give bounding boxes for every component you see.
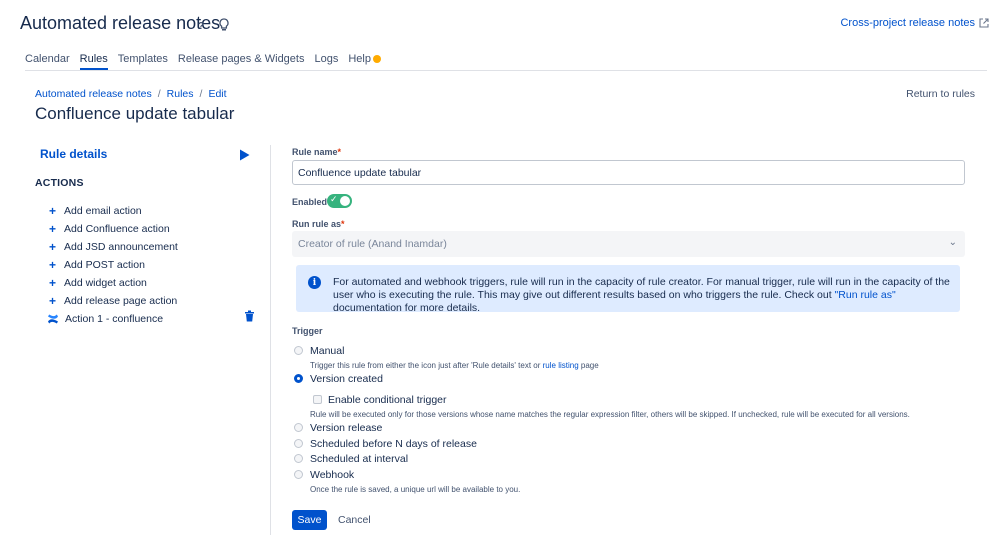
enabled-toggle[interactable]: ✓ xyxy=(327,194,352,208)
tab-help-label: Help xyxy=(348,53,371,65)
tab-release-pages[interactable]: Release pages & Widgets xyxy=(178,53,305,70)
plus-icon: + xyxy=(48,258,56,272)
page-title: Confluence update tabular xyxy=(35,104,235,123)
trigger-version-created-label: Version created xyxy=(310,373,383,385)
action-label: Add email action xyxy=(64,205,142,217)
breadcrumb-app[interactable]: Automated release notes xyxy=(35,88,152,100)
trigger-scheduled-interval-radio[interactable] xyxy=(294,454,303,463)
conditional-trigger-checkbox[interactable] xyxy=(313,395,322,404)
add-email-action[interactable]: + Add email action xyxy=(47,202,178,220)
plus-icon: + xyxy=(48,294,56,308)
trigger-scheduled-before-radio[interactable] xyxy=(294,439,303,448)
tab-rules[interactable]: Rules xyxy=(79,53,108,70)
tab-templates[interactable]: Templates xyxy=(118,53,168,70)
action-label: Add POST action xyxy=(64,259,145,271)
run-rule-icon[interactable] xyxy=(237,148,251,162)
breadcrumb-edit[interactable]: Edit xyxy=(208,88,226,100)
rule-details-link[interactable]: Rule details xyxy=(40,147,107,161)
sidebar-divider xyxy=(270,145,271,535)
breadcrumb: Automated release notes / Rules / Edit xyxy=(35,88,227,100)
action-label: Action 1 - confluence xyxy=(65,313,164,325)
conditional-trigger-desc: Rule will be executed only for those ver… xyxy=(310,410,910,419)
add-confluence-action[interactable]: + Add Confluence action xyxy=(47,220,178,238)
chevron-down-icon: ⌄ xyxy=(948,237,957,248)
action-list: + Add email action + Add Confluence action… xyxy=(47,202,178,328)
confluence-icon xyxy=(48,314,58,324)
lightbulb-icon[interactable] xyxy=(216,17,232,33)
notification-dot-icon xyxy=(372,55,381,64)
breadcrumb-rules[interactable]: Rules xyxy=(167,88,194,100)
question-icon[interactable]: ? xyxy=(193,17,209,33)
action-label: Add widget action xyxy=(64,277,147,289)
cross-project-label: Cross-project release notes xyxy=(840,17,975,29)
trigger-manual-desc: Trigger this rule from either the icon j… xyxy=(310,361,599,370)
existing-action-item[interactable]: Action 1 - confluence xyxy=(47,310,178,328)
rule-name-label: Rule name* xyxy=(292,147,342,157)
cancel-button[interactable]: Cancel xyxy=(338,514,371,526)
breadcrumb-separator: / xyxy=(157,88,161,100)
toggle-knob xyxy=(340,196,350,206)
enabled-label: Enabled xyxy=(292,197,328,207)
plus-icon: + xyxy=(48,276,56,290)
trigger-manual-radio[interactable] xyxy=(294,346,303,355)
svg-text:?: ? xyxy=(198,21,204,31)
info-message: i For automated and webhook triggers, ru… xyxy=(296,265,960,314)
tab-calendar[interactable]: Calendar xyxy=(25,53,70,70)
actions-heading: ACTIONS xyxy=(35,177,84,189)
run-as-select[interactable]: Creator of rule (Anand Inamdar) ⌄ xyxy=(292,231,965,257)
info-text: For automated and webhook triggers, rule… xyxy=(333,276,950,314)
return-to-rules-button[interactable]: Return to rules xyxy=(906,88,975,100)
trigger-scheduled-interval-label: Scheduled at interval xyxy=(310,453,409,465)
trigger-webhook-desc: Once the rule is saved, a unique url wil… xyxy=(310,485,521,494)
check-icon: ✓ xyxy=(330,194,338,204)
add-release-page-action[interactable]: + Add release page action xyxy=(47,292,178,310)
tab-help[interactable]: Help xyxy=(348,53,381,70)
plus-icon: + xyxy=(48,222,56,236)
action-label: Add Confluence action xyxy=(64,223,170,235)
conditional-trigger-label: Enable conditional trigger xyxy=(328,394,447,406)
trigger-version-created-radio[interactable] xyxy=(294,374,303,383)
trigger-manual-label: Manual xyxy=(310,345,345,357)
run-rule-as-link[interactable]: "Run rule as" xyxy=(835,289,896,301)
plus-icon: + xyxy=(48,204,56,218)
add-jsd-announcement[interactable]: + Add JSD announcement xyxy=(47,238,178,256)
add-post-action[interactable]: + Add POST action xyxy=(47,256,178,274)
rule-name-input[interactable] xyxy=(292,160,965,185)
action-label: Add JSD announcement xyxy=(64,241,178,253)
save-button[interactable]: Save xyxy=(292,510,327,530)
external-link-icon xyxy=(979,18,989,28)
rule-listing-link[interactable]: rule listing xyxy=(543,361,579,370)
breadcrumb-separator: / xyxy=(199,88,203,100)
app-title: Automated release notes xyxy=(20,13,221,33)
trigger-version-release-label: Version release xyxy=(310,422,383,434)
add-widget-action[interactable]: + Add widget action xyxy=(47,274,178,292)
trash-icon[interactable] xyxy=(244,310,255,322)
tab-bar: Calendar Rules Templates Release pages &… xyxy=(25,53,987,71)
plus-icon: + xyxy=(48,240,56,254)
cross-project-link[interactable]: Cross-project release notes xyxy=(840,17,989,29)
tab-logs[interactable]: Logs xyxy=(314,53,338,70)
trigger-version-release-radio[interactable] xyxy=(294,423,303,432)
trigger-scheduled-before-label: Scheduled before N days of release xyxy=(310,438,477,450)
trigger-webhook-radio[interactable] xyxy=(294,470,303,479)
run-as-label: Run rule as* xyxy=(292,219,345,229)
run-as-value: Creator of rule (Anand Inamdar) xyxy=(298,238,447,250)
trigger-label: Trigger xyxy=(292,326,323,336)
info-icon: i xyxy=(308,276,321,289)
trigger-webhook-label: Webhook xyxy=(310,469,355,481)
action-label: Add release page action xyxy=(64,295,178,307)
